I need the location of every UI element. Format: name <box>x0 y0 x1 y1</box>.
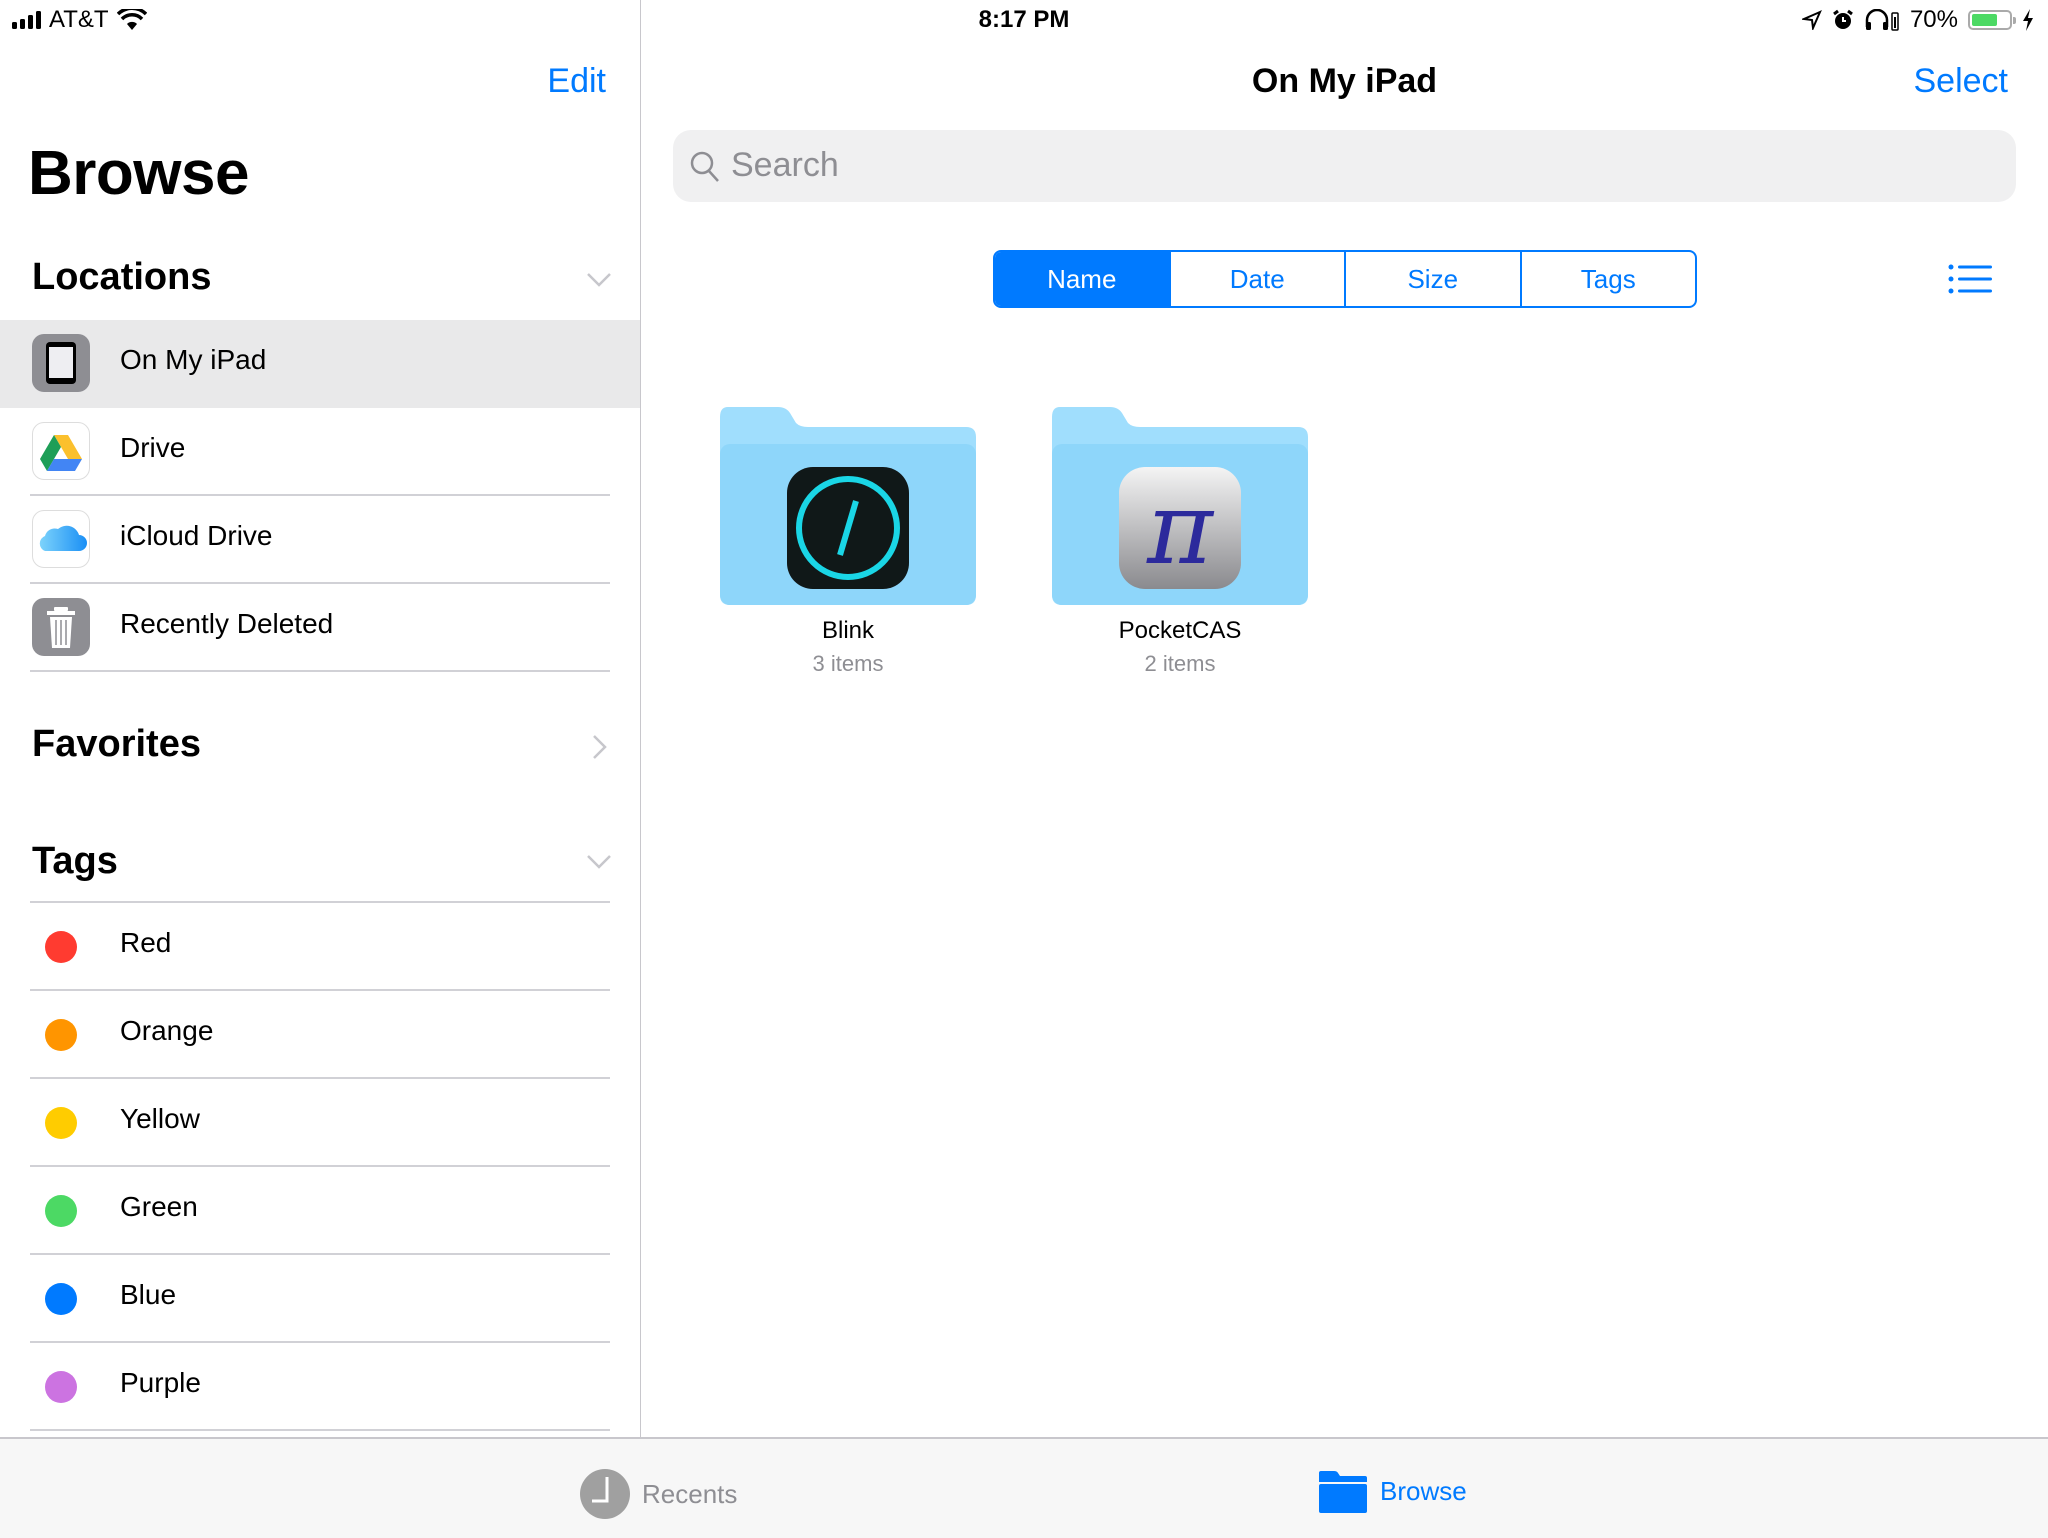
sidebar-item-on-my-ipad[interactable]: On My iPad <box>0 320 640 408</box>
tab-browse[interactable]: Browse <box>1318 1469 1467 1513</box>
ipad-icon <box>32 334 90 392</box>
tag-color-dot <box>45 1195 77 1227</box>
tag-item-green[interactable]: Green <box>0 1167 640 1255</box>
tab-recents[interactable]: Recents <box>580 1469 737 1519</box>
tags-heading[interactable]: Tags <box>32 840 118 883</box>
chevron-down-icon[interactable] <box>586 848 612 874</box>
tab-label: Recents <box>642 1478 738 1509</box>
sort-date-button[interactable]: Date <box>1168 252 1345 306</box>
tag-item-red[interactable]: Red <box>0 903 640 991</box>
search-input[interactable]: Search <box>673 130 2016 202</box>
chevron-right-icon[interactable] <box>586 734 612 760</box>
locations-heading[interactable]: Locations <box>32 256 211 299</box>
folder-icon <box>1319 1471 1367 1513</box>
tag-item-orange[interactable]: Orange <box>0 991 640 1079</box>
tag-color-dot <box>45 1107 77 1139</box>
alarm-icon <box>1833 9 1853 29</box>
sidebar: Edit Browse Locations On My iPad Drive i… <box>0 0 641 1437</box>
sidebar-item-drive[interactable]: Drive <box>0 408 640 496</box>
sidebar-title: Browse <box>28 139 249 208</box>
icloud-icon <box>32 510 90 568</box>
folder-item[interactable]: Blink 3 items <box>718 405 978 676</box>
tag-label: Blue <box>120 1279 177 1310</box>
tag-item-yellow[interactable]: Yellow <box>0 1079 640 1167</box>
search-icon <box>690 151 719 182</box>
tag-color-dot <box>45 931 77 963</box>
folder-name: PocketCAS <box>1118 617 1242 644</box>
location-arrow-icon <box>1801 10 1822 30</box>
tag-label: Purple <box>120 1367 201 1398</box>
clock-icon <box>580 1469 630 1519</box>
sidebar-item-label: On My iPad <box>120 344 267 375</box>
folder-item-count: 3 items <box>812 651 884 676</box>
tag-color-dot <box>45 1283 77 1315</box>
list-view-icon[interactable] <box>1948 264 1992 294</box>
folder-name: Blink <box>821 617 875 644</box>
tag-label: Red <box>120 927 172 958</box>
tag-item-blue[interactable]: Blue <box>0 1255 640 1343</box>
sort-segmented-control: Name Date Size Tags <box>993 250 1697 308</box>
tag-color-dot <box>45 1371 77 1403</box>
trash-icon <box>32 598 90 656</box>
charging-bolt-icon <box>2023 9 2033 31</box>
sort-size-button[interactable]: Size <box>1344 252 1520 306</box>
sidebar-item-label: Drive <box>120 432 186 463</box>
tag-item-purple[interactable]: Purple <box>0 1343 640 1431</box>
tag-label: Yellow <box>120 1103 200 1134</box>
sort-tags-button[interactable]: Tags <box>1519 252 1696 306</box>
headphones-icon <box>1865 9 1899 31</box>
battery-icon <box>1968 10 2016 30</box>
folder-icon: π <box>1052 407 1308 605</box>
search-placeholder: Search <box>731 146 839 184</box>
svg-text:π: π <box>1146 470 1215 587</box>
edit-button[interactable]: Edit <box>547 62 606 101</box>
folder-item-count: 2 items <box>1144 651 1216 676</box>
divider <box>30 670 610 672</box>
select-button[interactable]: Select <box>1914 62 2009 101</box>
tag-color-dot <box>45 1019 77 1051</box>
sidebar-item-label: iCloud Drive <box>120 520 273 551</box>
tag-label: Orange <box>120 1015 214 1046</box>
chevron-down-icon[interactable] <box>586 266 612 292</box>
google-drive-icon <box>32 422 90 480</box>
page-title: On My iPad <box>1251 62 1438 100</box>
divider <box>30 1429 610 1431</box>
battery-percent: 70% <box>1909 6 1958 33</box>
sidebar-item-recently-deleted[interactable]: Recently Deleted <box>0 584 640 672</box>
folder-icon <box>720 407 976 605</box>
tab-bar: Recents Browse <box>0 1437 2048 1538</box>
sidebar-item-label: Recently Deleted <box>120 608 334 639</box>
tab-label: Browse <box>1380 1475 1467 1506</box>
blink-app-icon <box>787 467 909 589</box>
pocketcas-pi-icon: π <box>1119 467 1241 589</box>
tag-label: Green <box>120 1191 198 1222</box>
sort-name-button[interactable]: Name <box>995 252 1169 306</box>
favorites-heading[interactable]: Favorites <box>32 723 201 766</box>
folder-item[interactable]: π PocketCAS 2 items <box>1050 405 1310 676</box>
sidebar-item-icloud-drive[interactable]: iCloud Drive <box>0 496 640 584</box>
